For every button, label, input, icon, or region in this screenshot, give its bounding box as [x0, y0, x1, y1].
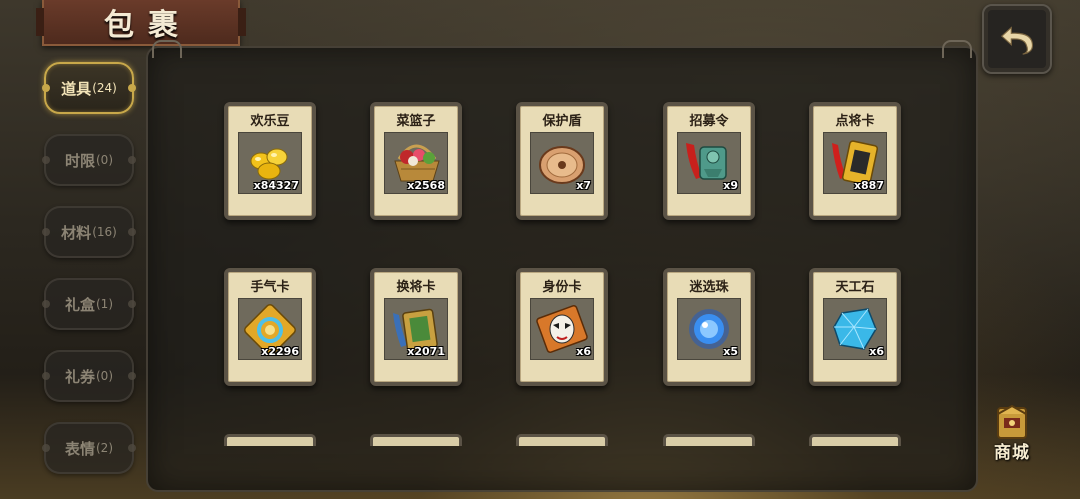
- shop-icon: [997, 404, 1027, 439]
- item-card[interactable]: 换将卡 x2071: [370, 268, 462, 386]
- tab-label: 时限: [64, 151, 95, 170]
- item-icon-frame: x9: [677, 132, 741, 194]
- item-name: 招募令: [689, 114, 729, 129]
- item-icon-frame: x2071: [384, 298, 448, 360]
- title-banner: 包裹: [36, 0, 246, 46]
- item-name: 天工石: [835, 280, 875, 295]
- item-icon-frame: x887: [823, 132, 887, 194]
- item-card[interactable]: 天工石 x6: [809, 268, 901, 386]
- panel-corner-ornament: [942, 40, 972, 58]
- item-icon-frame: x84327: [238, 132, 302, 194]
- tab-label: 礼券: [64, 367, 95, 386]
- item-quantity: x2296: [261, 345, 299, 358]
- item-icon-frame: x2568: [384, 132, 448, 194]
- item-quantity: x9: [723, 179, 738, 192]
- tab-label: 材料: [61, 223, 92, 242]
- tab-count: (1): [96, 297, 113, 311]
- item-card[interactable]: 身份卡 x6: [516, 268, 608, 386]
- back-button[interactable]: [982, 4, 1052, 74]
- item-name: 身份卡: [542, 280, 582, 295]
- item-name: 手气卡: [250, 280, 290, 295]
- item-card-partial[interactable]: [516, 434, 608, 446]
- tab-emotes[interactable]: 表情 (2): [42, 422, 136, 474]
- tab-gift-boxes[interactable]: 礼盒 (1): [42, 278, 136, 330]
- item-card-partial[interactable]: [663, 434, 755, 446]
- shop-button[interactable]: 商城: [984, 402, 1040, 464]
- item-card-partial[interactable]: [224, 434, 316, 446]
- item-card[interactable]: 菜篮子 x2568: [370, 102, 462, 220]
- item-card[interactable]: 手气卡 x2296: [224, 268, 316, 386]
- item-card[interactable]: 保护盾 x7: [516, 102, 608, 220]
- item-card[interactable]: 招募令 x9: [663, 102, 755, 220]
- page-title: 包裹: [104, 8, 192, 43]
- item-card-partial[interactable]: [370, 434, 462, 446]
- item-card[interactable]: 迷选珠 x5: [663, 268, 755, 386]
- item-quantity: x6: [869, 345, 884, 358]
- tab-materials[interactable]: 材料 (16): [42, 206, 136, 258]
- item-quantity: x6: [576, 345, 591, 358]
- item-quantity: x84327: [253, 179, 299, 192]
- item-icon-frame: x2296: [238, 298, 302, 360]
- panel-corner-ornament: [152, 40, 182, 58]
- item-name: 点将卡: [835, 114, 875, 129]
- tab-label: 表情: [64, 439, 95, 458]
- item-icon-frame: x6: [823, 298, 887, 360]
- item-icon-frame: x5: [677, 298, 741, 360]
- item-card[interactable]: 点将卡 x887: [809, 102, 901, 220]
- tab-count: (2): [96, 441, 113, 455]
- item-name: 保护盾: [542, 114, 582, 129]
- tab-count: (0): [96, 369, 113, 383]
- shop-label: 商城: [994, 443, 1030, 463]
- tab-count: (0): [96, 153, 113, 167]
- item-quantity: x887: [853, 179, 884, 192]
- item-quantity: x2071: [407, 345, 445, 358]
- tab-vouchers[interactable]: 礼券 (0): [42, 350, 136, 402]
- item-name: 迷选珠: [689, 280, 729, 295]
- item-name: 菜篮子: [396, 114, 436, 129]
- tab-timed[interactable]: 时限 (0): [42, 134, 136, 186]
- item-name: 换将卡: [396, 280, 436, 295]
- back-arrow-icon: [1000, 26, 1034, 55]
- tab-label: 道具: [61, 79, 92, 98]
- item-quantity: x2568: [407, 179, 445, 192]
- item-icon-frame: x7: [530, 132, 594, 194]
- tab-label: 礼盒: [64, 295, 95, 314]
- item-card[interactable]: 欢乐豆 x84327: [224, 102, 316, 220]
- item-quantity: x7: [576, 179, 591, 192]
- tab-count: (24): [92, 81, 117, 95]
- item-card-partial[interactable]: [809, 434, 901, 446]
- item-quantity: x5: [723, 345, 738, 358]
- tab-items[interactable]: 道具 (24): [42, 62, 136, 114]
- tab-count: (16): [92, 225, 117, 239]
- item-icon-frame: x6: [530, 298, 594, 360]
- item-name: 欢乐豆: [250, 114, 290, 129]
